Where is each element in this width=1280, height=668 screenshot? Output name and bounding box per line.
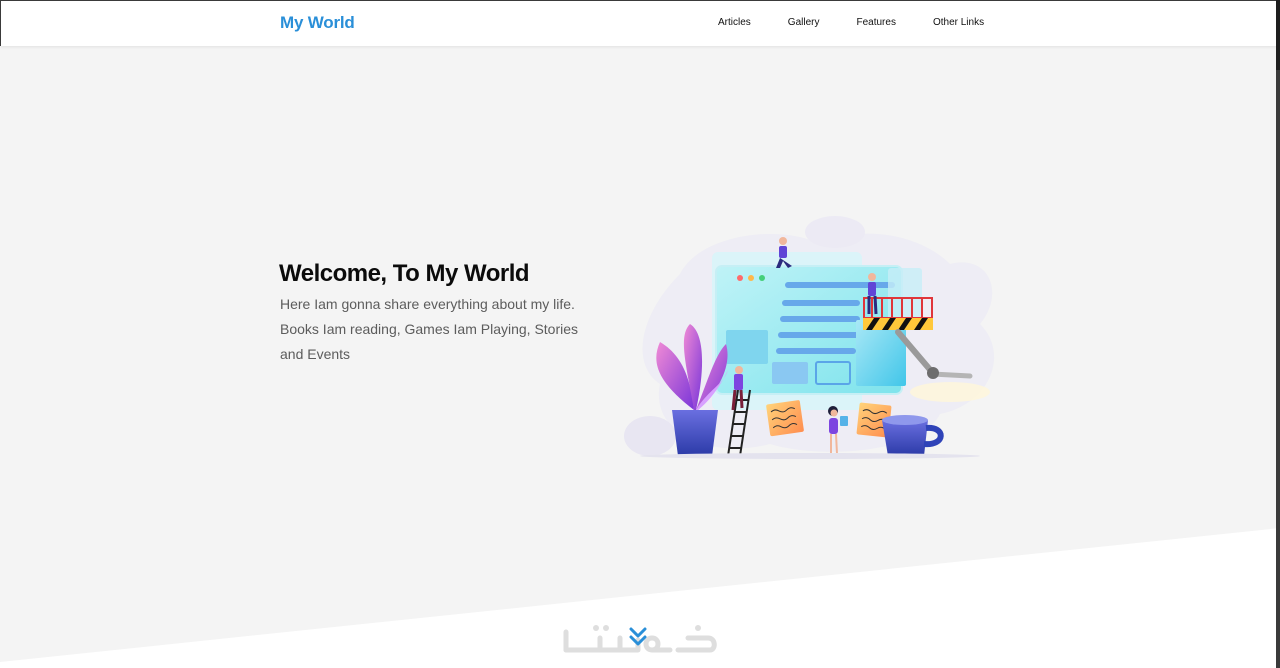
page-scrollbar[interactable] xyxy=(1276,0,1280,668)
site-logo[interactable]: My World xyxy=(280,13,355,33)
nav-link-features[interactable]: Features xyxy=(856,17,895,28)
hero-description: Here Iam gonna share everything about my… xyxy=(280,296,579,362)
double-chevron-down-icon[interactable] xyxy=(628,626,648,648)
site-header: My World Articles Gallery Features Other… xyxy=(0,0,1277,46)
web-development-team-illustration xyxy=(624,216,995,459)
scrollbar-thumb[interactable] xyxy=(1276,0,1280,70)
nav-link-articles[interactable]: Articles xyxy=(718,17,751,28)
page: My World Articles Gallery Features Other… xyxy=(0,0,1280,668)
hero-title: Welcome, To My World xyxy=(279,260,530,287)
nav-link-gallery[interactable]: Gallery xyxy=(788,17,820,28)
nav-link-other-links[interactable]: Other Links xyxy=(933,17,984,28)
main-nav: Articles Gallery Features Other Links xyxy=(701,17,984,28)
